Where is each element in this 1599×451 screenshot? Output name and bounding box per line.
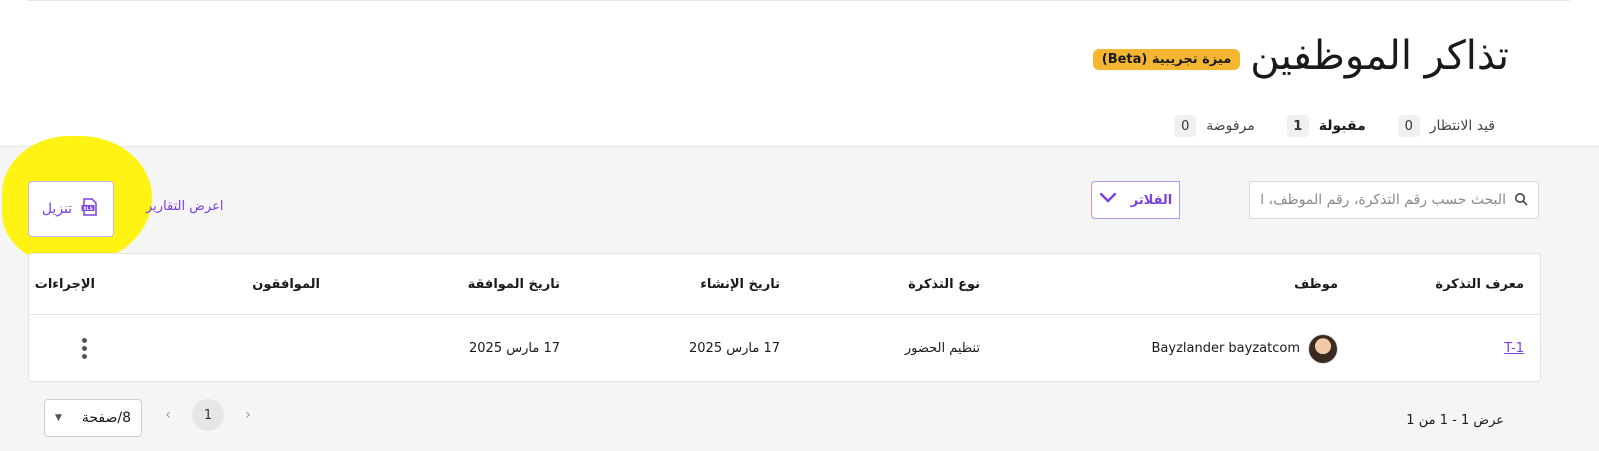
caret-down-icon: ▼ [55,413,62,423]
search-icon [1514,191,1528,210]
tab-rejected-count: 0 [1174,115,1197,137]
tab-rejected[interactable]: مرفوضة 0 [1158,105,1271,147]
column-header-ticket-type[interactable]: نوع التذكرة [908,254,980,314]
status-tabs: قيد الانتظار 0 مقبولة 1 مرفوضة 0 [1158,105,1511,148]
column-header-actions: الإجراءات [34,276,95,292]
pagination: ‹ 1 › [158,399,258,431]
chevron-right-icon[interactable]: › [238,407,258,423]
svg-text:XLS: XLS [83,206,93,212]
results-summary: عرض 1 - 1 من 1 [1406,413,1504,428]
tab-rejected-label: مرفوضة [1206,118,1255,134]
page-title: تذاكر الموظفين [1250,33,1509,79]
ticket-type-cell: تنظيم الحضور [904,341,980,356]
per-page-value: 8/صفحة [81,410,131,426]
ticket-id-cell: T-1 [1504,315,1524,382]
actions-cell [74,315,95,382]
search-box [1249,181,1539,219]
chevron-left-icon[interactable]: ‹ [158,407,178,423]
page-button-current[interactable]: 1 [192,399,224,431]
tab-pending-label: قيد الانتظار [1429,118,1495,134]
table-row[interactable]: T-1 Bayzlander bayzatcom تنظيم الحضور 17… [29,315,1540,382]
page-header: تذاكر الموظفين ميزة تجريبية (Beta) [1092,28,1509,84]
tickets-table: معرف التذكرة موظف نوع التذكرة تاريخ الإن… [28,253,1541,382]
column-header-approval-date[interactable]: تاريخ الموافقة [468,254,560,314]
created-date-cell: 17 مارس 2025 [689,341,780,356]
filters-button[interactable]: الفلاتر [1091,181,1180,219]
download-label: تنزيل [41,201,73,217]
column-header-created-date[interactable]: تاريخ الإنشاء [700,254,780,314]
employee-cell: Bayzlander bayzatcom [1151,315,1338,382]
column-header-employee[interactable]: موظف [1294,254,1338,314]
search-input[interactable] [1260,192,1506,208]
chevron-down-icon [1099,192,1117,208]
tab-pending[interactable]: قيد الانتظار 0 [1382,105,1511,147]
table-header: معرف التذكرة موظف نوع التذكرة تاريخ الإن… [29,254,1540,315]
kebab-menu-icon[interactable] [74,334,95,363]
view-reports-link[interactable]: اعرض التقارير [146,199,224,214]
tab-pending-count: 0 [1397,115,1420,137]
employee-name: Bayzlander bayzatcom [1151,341,1300,356]
per-page-select[interactable]: ▼ 8/صفحة [44,399,142,437]
tab-approved-count: 1 [1286,115,1309,137]
column-header-approvers: الموافقون [252,276,320,292]
approval-date-cell: 17 مارس 2025 [469,341,560,356]
avatar [1308,333,1338,364]
filters-label: الفلاتر [1130,192,1173,208]
beta-badge: ميزة تجريبية (Beta) [1092,48,1241,70]
download-button[interactable]: XLS تنزيل [28,181,114,237]
xls-file-icon: XLS [80,197,100,221]
top-divider [28,0,1570,2]
tab-approved[interactable]: مقبولة 1 [1270,105,1382,148]
ticket-id-link[interactable]: T-1 [1504,341,1524,356]
tab-approved-label: مقبولة [1318,118,1366,134]
column-header-ticket-id[interactable]: معرف التذكرة [1435,254,1524,314]
